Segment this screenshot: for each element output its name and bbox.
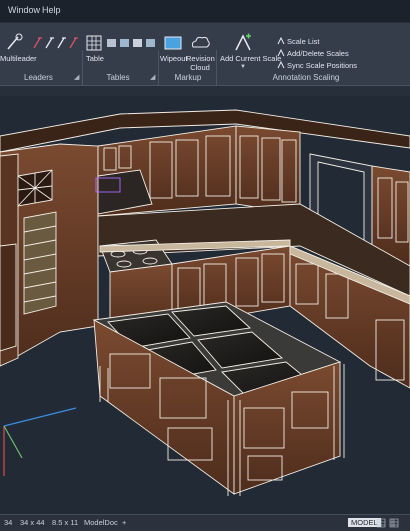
wipeout-icon[interactable] <box>164 35 182 51</box>
ucs-icon <box>3 407 77 476</box>
ribbon: Multileader Leaders ◢ Table Tables ◢ Wip… <box>0 23 410 106</box>
kitchen-3d-model <box>0 109 410 496</box>
markup-panel-title: Markup <box>174 73 202 82</box>
scale-list-icon <box>277 37 285 45</box>
table-icon[interactable] <box>86 35 102 51</box>
add-current-scale-icon[interactable] <box>234 32 252 52</box>
table-button[interactable]: Table <box>86 54 104 63</box>
sync-scale-positions-button[interactable]: Sync Scale Positions <box>287 61 357 70</box>
add-delete-scales-button[interactable]: Add/Delete Scales <box>287 49 349 58</box>
drawing-viewport[interactable] <box>0 96 410 514</box>
leader-tools-icon[interactable] <box>32 36 80 50</box>
annotation-scaling-panel-title: Annotation Scaling <box>272 73 340 82</box>
leaders-expand-icon[interactable]: ◢ <box>74 73 79 81</box>
ribbon-divider <box>0 86 410 96</box>
add-layout-button[interactable]: + <box>122 518 126 527</box>
menu-help[interactable]: Help <box>42 5 61 15</box>
revision-cloud-button[interactable]: Revision Cloud <box>186 54 215 72</box>
multileader-icon[interactable] <box>6 33 24 51</box>
menu-window[interactable]: Window <box>8 5 40 15</box>
layout-tab-34x44[interactable]: 34 x 44 <box>20 518 45 527</box>
add-delete-scales-icon <box>277 49 285 57</box>
table-tools-icon[interactable] <box>106 38 156 50</box>
layout-tab-8-5x11[interactable]: 8.5 x 11 <box>52 518 78 527</box>
layout-tab-34[interactable]: 34 <box>4 518 12 527</box>
chevron-down-icon[interactable]: ▼ <box>240 64 246 70</box>
tables-panel-title: Tables <box>106 73 130 82</box>
add-current-scale-button[interactable]: Add Current Scale <box>220 54 281 63</box>
status-bar: 34 34 x 44 8.5 x 11 ModelDoc + MODEL <box>0 514 410 531</box>
wipeout-button[interactable]: Wipeout <box>160 54 188 63</box>
sync-scale-positions-icon <box>277 61 285 69</box>
menu-bar: Window Help <box>0 0 410 23</box>
layout-tab-modeldoc[interactable]: ModelDoc <box>84 518 118 527</box>
revision-cloud-icon[interactable] <box>190 35 210 51</box>
multileader-button[interactable]: Multileader <box>0 54 37 63</box>
status-tools-icon[interactable] <box>376 518 406 528</box>
scale-list-button[interactable]: Scale List <box>287 37 320 46</box>
tables-expand-icon[interactable]: ◢ <box>150 73 155 81</box>
leaders-panel-title: Leaders <box>24 73 53 82</box>
